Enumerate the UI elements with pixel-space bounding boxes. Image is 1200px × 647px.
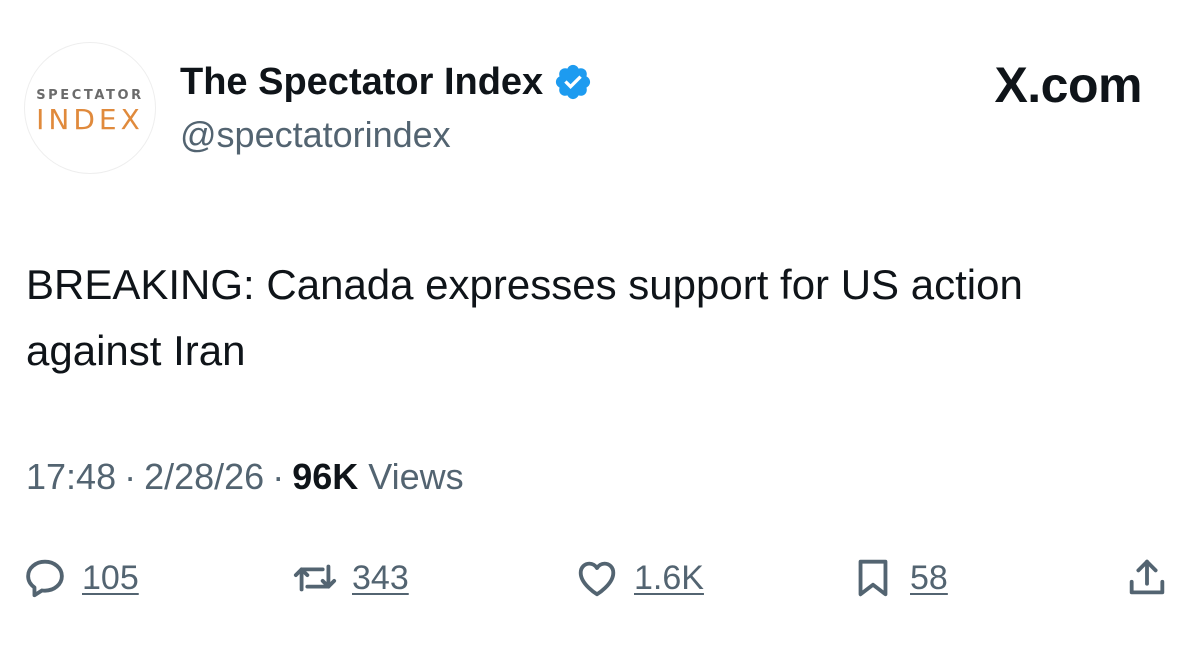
views-count: 96K <box>292 456 359 497</box>
like-button[interactable]: 1.6K <box>574 548 704 608</box>
tweet-card: SPECTATOR INDEX The Spectator Index @spe… <box>0 0 1200 647</box>
retweet-icon <box>292 555 338 601</box>
tweet-meta: 17:48 · 2/28/26 · 96K Views <box>26 456 464 498</box>
reply-count[interactable]: 105 <box>82 559 139 598</box>
x-brand-logo: X.com <box>994 57 1142 113</box>
share-button[interactable] <box>1124 548 1170 608</box>
display-name[interactable]: The Spectator Index <box>180 61 543 104</box>
tweet-time[interactable]: 17:48 <box>26 456 116 498</box>
verified-badge-icon <box>553 62 593 102</box>
tweet-date[interactable]: 2/28/26 <box>144 456 264 498</box>
bookmark-icon <box>850 555 896 601</box>
like-count[interactable]: 1.6K <box>634 559 704 598</box>
views-label: Views <box>368 456 464 497</box>
avatar-logo-line2: INDEX <box>36 103 144 136</box>
user-handle[interactable]: @spectatorindex <box>180 114 451 156</box>
avatar-logo-line1: SPECTATOR <box>36 88 144 103</box>
retweet-button[interactable]: 343 <box>292 548 409 608</box>
tweet-text: BREAKING: Canada expresses support for U… <box>26 261 1023 374</box>
bookmark-count[interactable]: 58 <box>910 559 948 598</box>
meta-separator: · <box>272 456 285 497</box>
share-icon <box>1124 555 1170 601</box>
heart-icon <box>574 555 620 601</box>
reply-icon <box>22 555 68 601</box>
retweet-count[interactable]: 343 <box>352 559 409 598</box>
meta-separator: · <box>124 456 137 497</box>
reply-button[interactable]: 105 <box>22 548 139 608</box>
action-bar: 105 343 1.6K 58 <box>0 548 1200 608</box>
bookmark-button[interactable]: 58 <box>850 548 948 608</box>
avatar[interactable]: SPECTATOR INDEX <box>24 42 156 174</box>
author-name-row: The Spectator Index <box>180 58 593 106</box>
